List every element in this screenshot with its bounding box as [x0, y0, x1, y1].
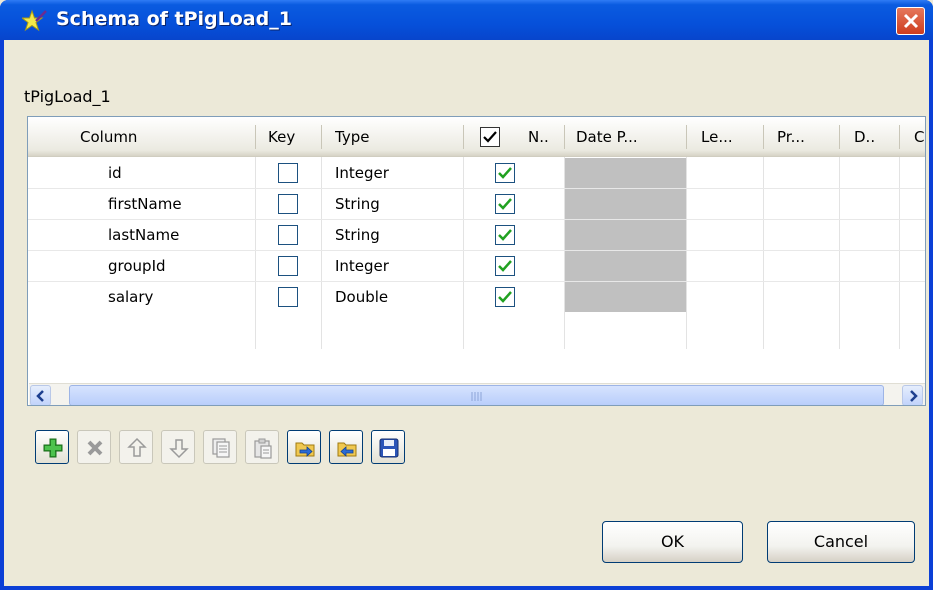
- scroll-left-button[interactable]: [30, 385, 51, 405]
- table-row[interactable]: id Integer: [28, 158, 925, 188]
- date-pattern-cell: [565, 158, 686, 188]
- header-type[interactable]: Type: [335, 117, 369, 157]
- key-checkbox[interactable]: [278, 287, 298, 307]
- table-row[interactable]: firstName String: [28, 189, 925, 219]
- grip-icon: [471, 392, 482, 401]
- cell-type[interactable]: Double: [335, 282, 388, 312]
- dialog-window: Schema of tPigLoad_1 tPigLoad_1 Column K…: [0, 0, 933, 590]
- close-button[interactable]: [896, 7, 925, 35]
- export-button[interactable]: [329, 430, 363, 464]
- header-column[interactable]: Column: [80, 117, 137, 157]
- plus-icon: [43, 438, 63, 458]
- copy-icon: [212, 438, 230, 458]
- key-checkbox[interactable]: [278, 256, 298, 276]
- table-row[interactable]: lastName String: [28, 220, 925, 250]
- date-pattern-cell: [565, 282, 686, 312]
- cell-type[interactable]: String: [335, 220, 380, 250]
- checkmark-icon: [498, 229, 512, 241]
- move-up-button[interactable]: [119, 430, 153, 464]
- scroll-right-button[interactable]: [902, 385, 923, 405]
- checkmark-icon: [498, 167, 512, 179]
- window-title: Schema of tPigLoad_1: [56, 8, 292, 30]
- cell-column[interactable]: firstName: [108, 189, 182, 219]
- table-row[interactable]: groupId Integer: [28, 251, 925, 281]
- checkmark-icon: [498, 198, 512, 210]
- schema-table[interactable]: Column Key Type N.. Date P... Le... Pr..…: [27, 116, 926, 406]
- header-key[interactable]: Key: [268, 117, 295, 157]
- header-default[interactable]: D..: [854, 117, 875, 157]
- star-wand-icon: [22, 9, 47, 32]
- key-checkbox[interactable]: [278, 194, 298, 214]
- component-name-label: tPigLoad_1: [24, 87, 111, 106]
- paste-icon: [254, 438, 272, 459]
- date-pattern-cell: [565, 220, 686, 250]
- arrow-down-icon: [169, 439, 189, 459]
- scroll-thumb[interactable]: [69, 385, 884, 405]
- nullable-all-checkbox[interactable]: [480, 127, 500, 147]
- floppy-disk-icon: [379, 438, 399, 458]
- cell-column[interactable]: groupId: [108, 251, 166, 281]
- horizontal-scrollbar[interactable]: [29, 383, 925, 405]
- header-precision[interactable]: Pr...: [777, 117, 805, 157]
- cell-column[interactable]: salary: [108, 282, 153, 312]
- checkmark-icon: [498, 291, 512, 303]
- cell-type[interactable]: String: [335, 189, 380, 219]
- cell-type[interactable]: Integer: [335, 251, 389, 281]
- key-checkbox[interactable]: [278, 163, 298, 183]
- ok-button[interactable]: OK: [602, 521, 743, 563]
- move-down-button[interactable]: [161, 430, 195, 464]
- header-date-pattern[interactable]: Date P...: [576, 117, 638, 157]
- paste-button[interactable]: [245, 430, 279, 464]
- chevron-left-icon: [36, 390, 44, 402]
- nullable-checkbox[interactable]: [495, 225, 515, 245]
- date-pattern-cell: [565, 251, 686, 281]
- cell-type[interactable]: Integer: [335, 158, 389, 188]
- date-pattern-cell: [565, 189, 686, 219]
- checkmark-icon: [483, 131, 497, 143]
- import-folder-icon: [295, 442, 315, 457]
- nullable-checkbox[interactable]: [495, 163, 515, 183]
- export-folder-icon: [337, 442, 357, 457]
- delete-x-icon: [87, 440, 103, 456]
- table-row[interactable]: salary Double: [28, 282, 925, 312]
- add-button[interactable]: [35, 430, 69, 464]
- checkmark-icon: [498, 260, 512, 272]
- cell-column[interactable]: lastName: [108, 220, 179, 250]
- cell-column[interactable]: id: [108, 158, 122, 188]
- save-button[interactable]: [371, 430, 405, 464]
- dialog-content: tPigLoad_1 Column Key Type N.. Date P...: [4, 40, 929, 586]
- header-nullable[interactable]: N..: [528, 117, 549, 157]
- title-bar[interactable]: Schema of tPigLoad_1: [0, 0, 933, 40]
- nullable-checkbox[interactable]: [495, 256, 515, 276]
- nullable-checkbox[interactable]: [495, 287, 515, 307]
- import-button[interactable]: [287, 430, 321, 464]
- header-comment[interactable]: C: [914, 117, 924, 157]
- remove-button[interactable]: [77, 430, 111, 464]
- header-length[interactable]: Le...: [701, 117, 733, 157]
- table-header: Column Key Type N.. Date P... Le... Pr..…: [28, 117, 925, 157]
- arrow-up-icon: [127, 437, 147, 457]
- cancel-button[interactable]: Cancel: [767, 521, 915, 563]
- key-checkbox[interactable]: [278, 225, 298, 245]
- copy-button[interactable]: [203, 430, 237, 464]
- nullable-checkbox[interactable]: [495, 194, 515, 214]
- chevron-right-icon: [910, 390, 918, 402]
- close-icon: [903, 13, 919, 29]
